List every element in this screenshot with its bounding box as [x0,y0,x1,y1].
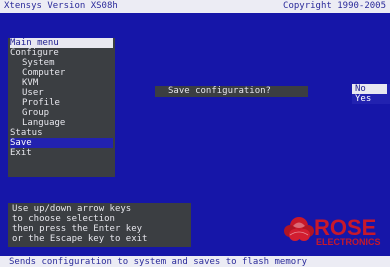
menu-item-save[interactable]: Save [10,138,113,148]
help-panel: Use up/down arrow keys to choose selecti… [8,203,191,247]
menu-item-language[interactable]: Language [10,118,113,128]
help-line: to choose selection [12,214,115,224]
menu-title: Main menu [10,38,113,48]
logo-subtitle: ELECTRONICS [316,237,381,247]
menu-item-status[interactable]: Status [10,128,113,138]
title-bar: Xtensys Version XS08h Copyright 1990-200… [0,0,390,13]
option-yes[interactable]: Yes [355,94,387,104]
version-label: Xtensys Version XS08h [4,1,118,11]
confirm-options: No Yes [352,84,390,104]
rose-flower-icon [284,217,314,241]
menu-item-configure[interactable]: Configure [10,48,113,58]
help-line: Use up/down arrow keys [12,204,132,214]
rose-electronics-logo: ROSE ELECTRONICS [284,215,381,247]
copyright-label: Copyright 1990-2005 [283,1,386,11]
menu-item-system[interactable]: System [10,58,113,68]
help-line: then press the Enter key [12,224,143,234]
help-line: or the Escape key to exit [12,234,148,244]
menu-item-exit[interactable]: Exit [10,148,113,158]
option-no[interactable]: No [352,84,387,94]
menu-item-user[interactable]: User [10,88,113,98]
menu-item-computer[interactable]: Computer [10,68,113,78]
save-prompt: Save configuration? [155,86,308,97]
status-text: Sends configuration to system and saves … [9,257,308,267]
menu-item-profile[interactable]: Profile [10,98,113,108]
menu-item-kvm[interactable]: KVM [10,78,113,88]
menu-item-group[interactable]: Group [10,108,113,118]
main-menu: Main menu Configure System Computer KVM … [8,38,115,177]
status-bar: Sends configuration to system and saves … [0,256,390,267]
